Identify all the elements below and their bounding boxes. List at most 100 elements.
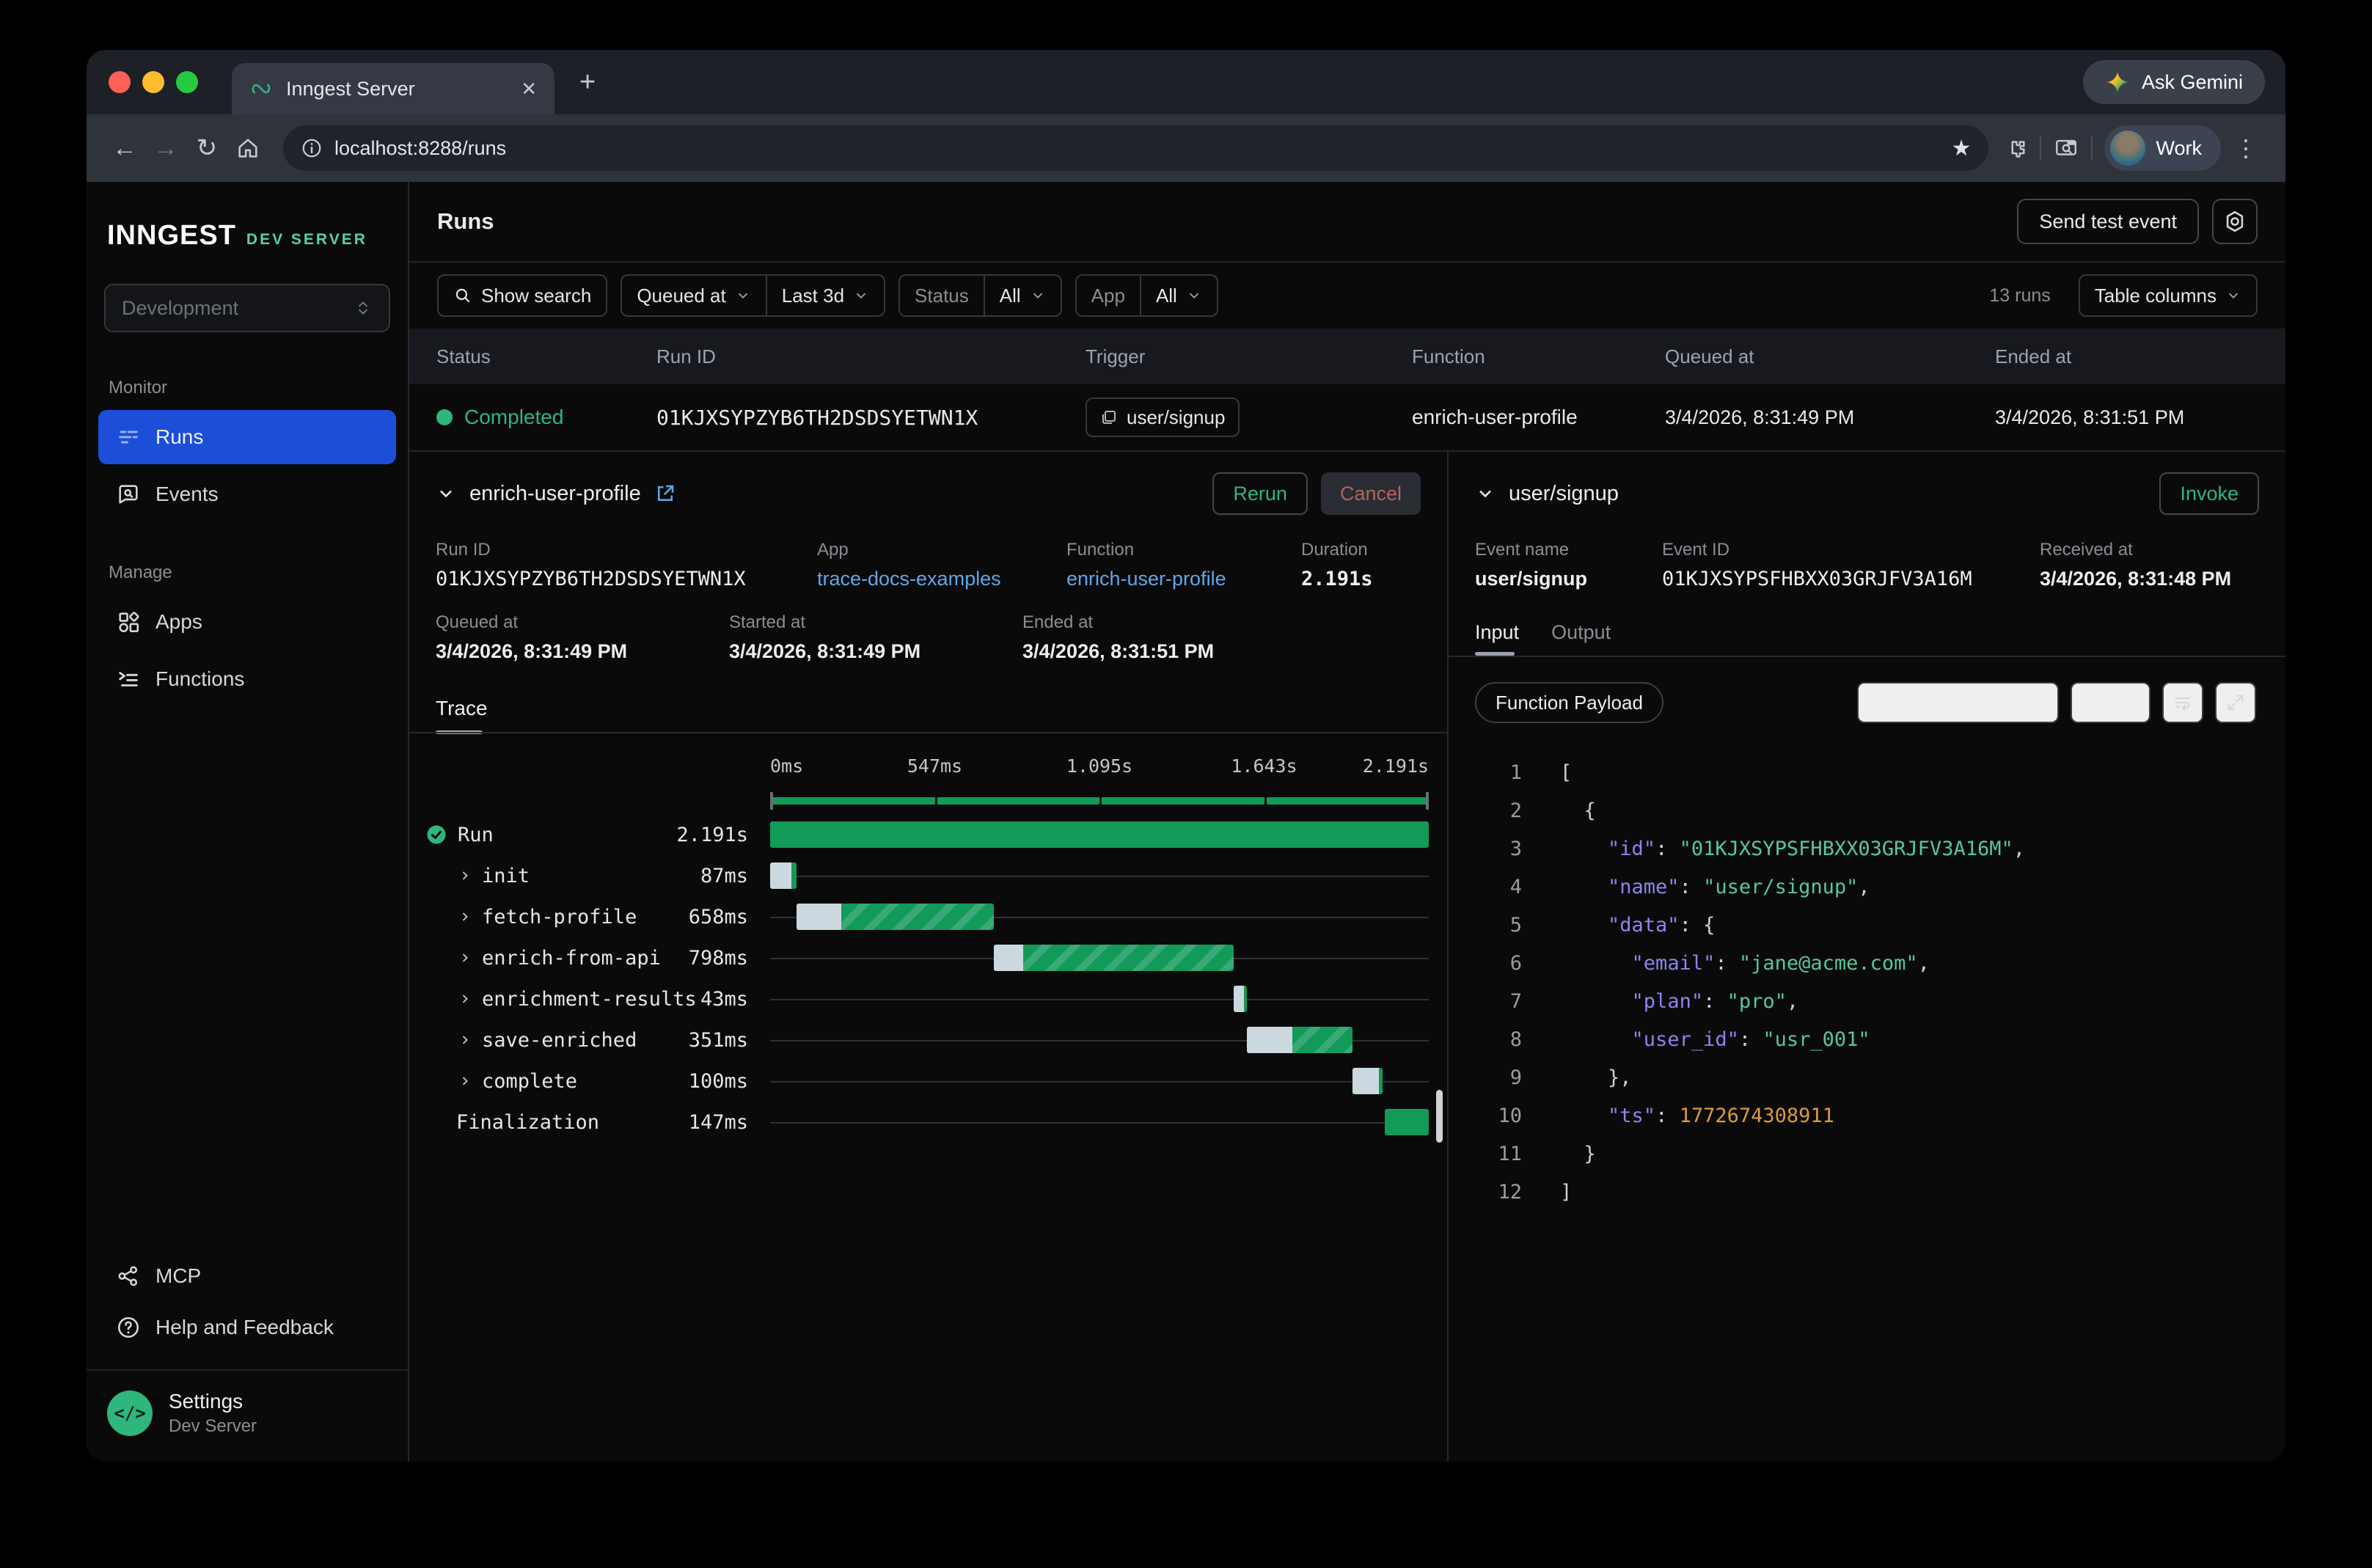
trace-span-bar[interactable] [1234, 986, 1247, 1012]
site-info-icon[interactable] [301, 137, 323, 159]
sidebar-item-settings[interactable]: </> Settings Dev Server [87, 1371, 408, 1462]
bookmark-star-icon[interactable]: ★ [1952, 136, 1972, 161]
status-filter[interactable]: Status All [898, 274, 1062, 317]
code-text: "plan": "pro", [1560, 983, 1798, 1021]
trace-row-enrichment-results[interactable]: enrichment-results43ms [409, 978, 1447, 1019]
maximize-window-button[interactable] [176, 71, 198, 93]
trace-row-fetch-profile[interactable]: fetch-profile658ms [409, 896, 1447, 937]
url-bar[interactable]: localhost:8288/runs ★ [283, 125, 1988, 171]
tab-output[interactable]: Output [1551, 621, 1611, 656]
reload-icon[interactable]: ↻ [186, 133, 227, 163]
time-range-filter[interactable]: Last 3d [766, 276, 884, 315]
url-text[interactable]: localhost:8288/runs [334, 137, 1952, 160]
chevron-right-icon[interactable] [458, 868, 472, 883]
timeline-minimap[interactable] [770, 792, 1429, 810]
trace-span-bar[interactable] [797, 904, 995, 930]
table-row[interactable]: Completed 01KJXSYPZYB6TH2DSDSYETWN1X use… [409, 384, 2285, 450]
trace-row-init[interactable]: init87ms [409, 855, 1447, 896]
new-tab-button[interactable]: + [579, 67, 596, 98]
running-segment [1023, 945, 1234, 971]
ended-at-cell: 3/4/2026, 8:31:51 PM [1995, 406, 2285, 429]
trace-span-bar[interactable] [1247, 1027, 1352, 1053]
tab-trace[interactable]: Trace [436, 697, 488, 730]
chevron-right-icon[interactable] [458, 909, 472, 924]
sidebar-item-help[interactable]: Help and Feedback [98, 1302, 396, 1353]
app-link[interactable]: trace-docs-examples [817, 568, 1066, 590]
environment-select-value: Development [122, 297, 238, 320]
rerun-button[interactable]: Rerun [1212, 472, 1308, 515]
home-icon[interactable] [227, 136, 268, 161]
minimap-cap [770, 792, 773, 810]
tab-close-icon[interactable]: ✕ [521, 78, 537, 100]
external-link-icon[interactable] [654, 483, 676, 505]
trace-span-bar[interactable] [770, 862, 797, 889]
chevron-right-icon[interactable] [458, 950, 472, 965]
sidebar-item-apps[interactable]: Apps [98, 595, 396, 649]
profile-chip[interactable]: Work [2104, 125, 2221, 171]
table-columns-button[interactable]: Table columns [2079, 274, 2258, 317]
trace-step-name: fetch-profile [482, 906, 637, 928]
run-id-cell: 01KJXSYPZYB6TH2DSDSYETWN1X [656, 406, 1086, 430]
sidebar-item-mcp[interactable]: MCP [98, 1250, 396, 1302]
minimize-window-button[interactable] [142, 71, 164, 93]
expand-button[interactable] [2215, 682, 2256, 723]
trace-row-complete[interactable]: complete100ms [409, 1060, 1447, 1102]
copy-label: Copy [2088, 692, 2133, 714]
payload-code-editor[interactable]: 1[2 {3 "id": "01KJXSYPSFHBXX03GRJFV3A16M… [1475, 754, 2256, 1212]
col-trigger: Trigger [1086, 345, 1412, 368]
sidebar-item-functions[interactable]: Functions [98, 652, 396, 706]
timeline-axis: 0ms547ms1.095s1.643s2.191s [770, 751, 1429, 783]
line-number: 7 [1475, 983, 1522, 1021]
logo-row: INNGEST DEV SERVER [107, 220, 408, 252]
copy-button[interactable]: Copy [2071, 682, 2150, 723]
trigger-pill[interactable]: user/signup [1086, 398, 1240, 437]
word-wrap-button[interactable] [2162, 682, 2203, 723]
sidebar-item-runs[interactable]: Runs [98, 410, 396, 464]
settings-gear-button[interactable] [2212, 199, 2258, 244]
extensions-icon[interactable] [2003, 136, 2028, 161]
chevron-right-icon[interactable] [458, 992, 472, 1006]
ask-gemini-button[interactable]: Ask Gemini [2083, 60, 2265, 104]
tab-search-icon[interactable] [2053, 136, 2079, 161]
cancel-button[interactable]: Cancel [1321, 472, 1421, 515]
page-header: Runs Send test event [409, 182, 2285, 263]
trace-step-name: Run [458, 824, 494, 846]
browser-menu-icon[interactable]: ⋮ [2234, 134, 2258, 162]
trace-span-bar[interactable] [1352, 1068, 1383, 1094]
code-text: "data": { [1560, 906, 1715, 945]
browser-tab[interactable]: Inngest Server ✕ [232, 63, 554, 114]
environment-select[interactable]: Development [104, 284, 390, 332]
back-icon[interactable]: ← [104, 134, 145, 163]
tab-input[interactable]: Input [1475, 621, 1519, 656]
trace-span-bar[interactable] [770, 821, 1429, 848]
show-search-button[interactable]: Show search [437, 274, 607, 317]
trace-span-bar[interactable] [1385, 1109, 1429, 1135]
chevron-down-icon [1186, 287, 1202, 304]
send-to-dev-server-button[interactable]: Send to Dev Server [1857, 682, 2059, 723]
chevron-down-icon[interactable] [1475, 483, 1496, 504]
chevron-right-icon[interactable] [458, 1033, 472, 1047]
sidebar-item-label: Runs [155, 425, 203, 449]
axis-tick: 1.095s [1066, 755, 1132, 777]
trace-row-run[interactable]: Run2.191s [409, 814, 1447, 855]
chevron-down-icon[interactable] [436, 483, 456, 504]
function-link[interactable]: enrich-user-profile [1066, 568, 1301, 590]
app-filter-label: App [1091, 285, 1125, 307]
trace-span-bar[interactable] [994, 945, 1234, 971]
trace-row-enrich-from-api[interactable]: enrich-from-api798ms [409, 937, 1447, 978]
forward-icon[interactable]: → [145, 134, 186, 163]
chevron-right-icon[interactable] [458, 1074, 472, 1088]
queued-at-filter[interactable]: Queued at [622, 276, 765, 315]
trace-row-save-enriched[interactable]: save-enriched351ms [409, 1019, 1447, 1060]
function-payload-button[interactable]: Function Payload [1475, 682, 1663, 723]
queued-at-value: 3/4/2026, 8:31:49 PM [436, 640, 729, 663]
trace-row-finalization[interactable]: Finalization147ms [409, 1102, 1447, 1143]
app-filter[interactable]: App All [1075, 274, 1218, 317]
section-label-manage: Manage [109, 563, 408, 583]
send-test-event-button[interactable]: Send test event [2017, 199, 2199, 244]
trace-scrollbar-thumb[interactable] [1436, 1090, 1443, 1143]
sidebar-item-events[interactable]: Events [98, 467, 396, 521]
close-window-button[interactable] [109, 71, 131, 93]
send-to-dev-server-label: Send to Dev Server [1875, 692, 2041, 714]
invoke-button[interactable]: Invoke [2159, 472, 2259, 515]
